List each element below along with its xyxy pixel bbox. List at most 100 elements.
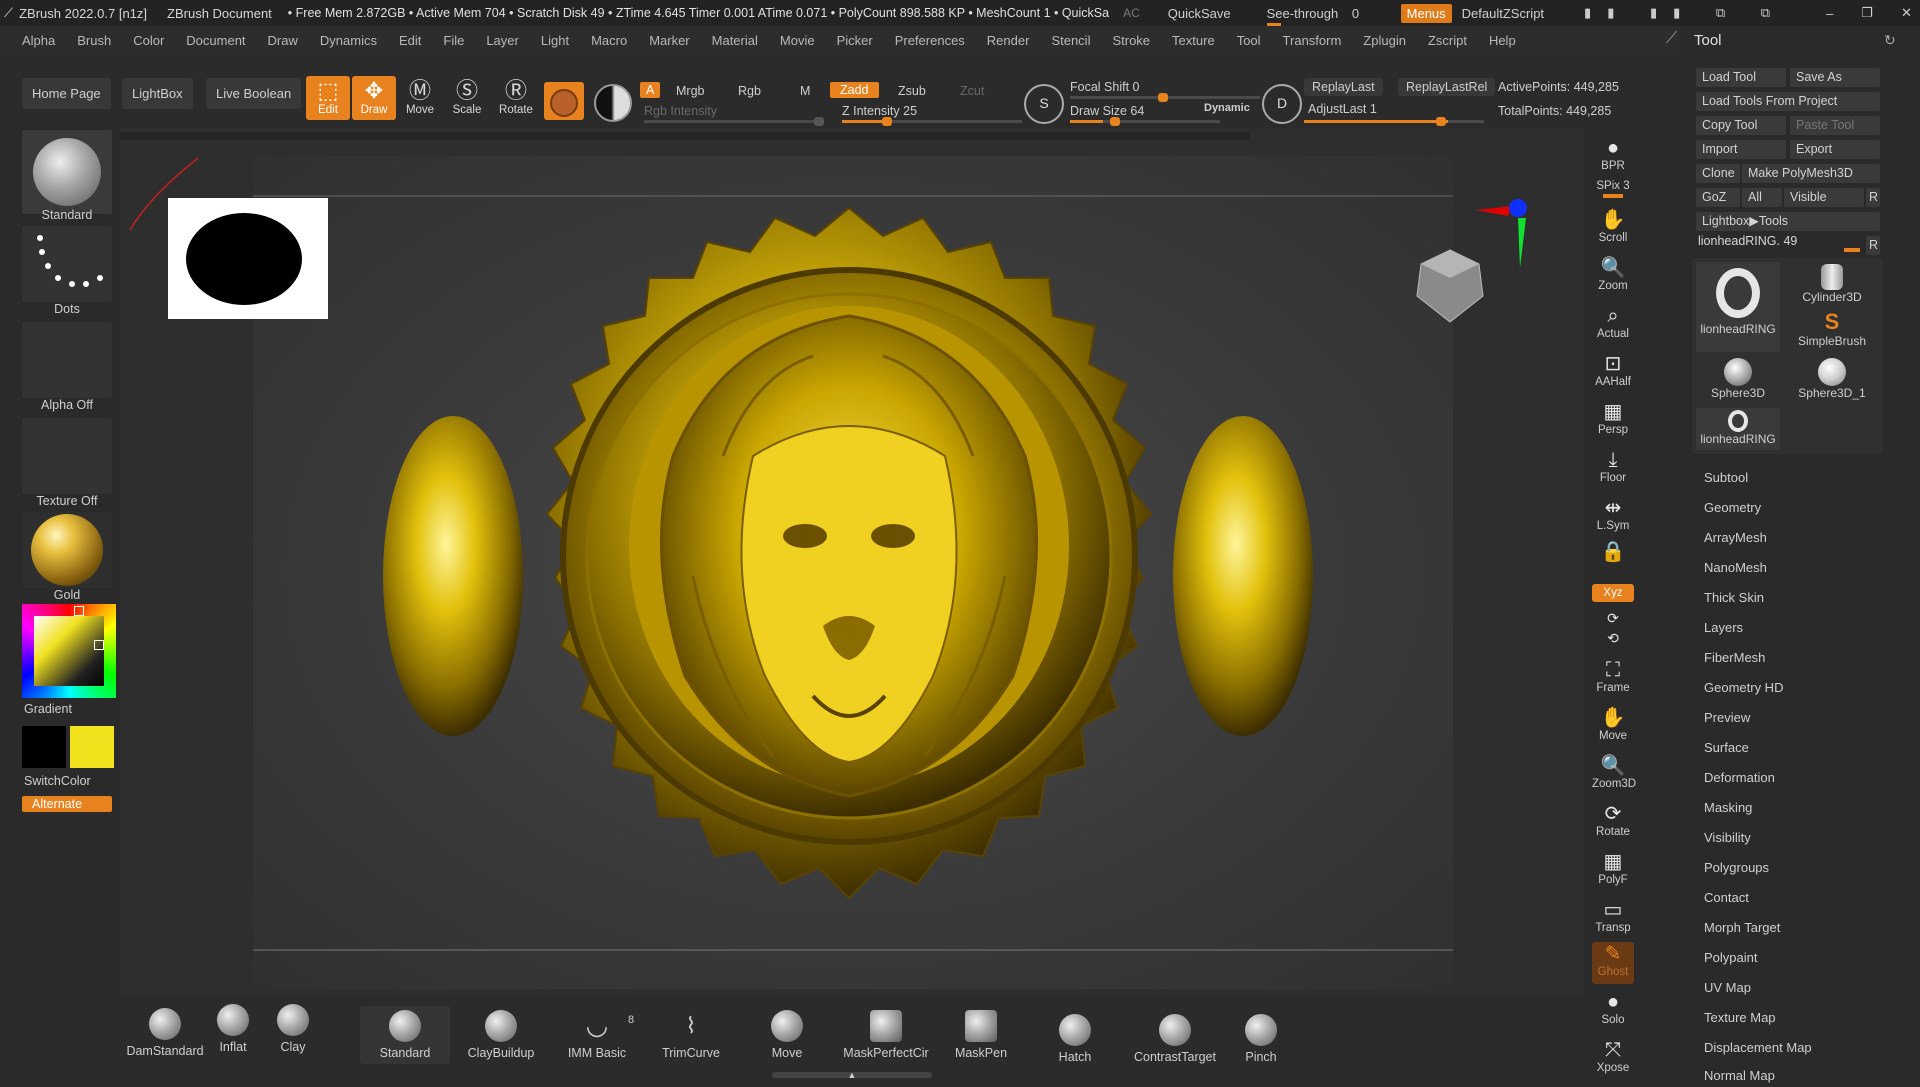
zadd-button[interactable]: Zadd	[830, 82, 879, 98]
normal-map-section[interactable]: Normal Map	[1704, 1068, 1775, 1083]
current-tool-slider[interactable]: lionheadRING. 49	[1698, 234, 1797, 248]
deformation-section[interactable]: Deformation	[1704, 770, 1775, 785]
layout-icons[interactable]: ▮▮ ▮▮ ⧉ ⧉	[1584, 5, 1786, 21]
replay-last-rel-button[interactable]: ReplayLastRel	[1398, 78, 1496, 96]
tool-thumb-lionheadring[interactable]: lionheadRING	[1696, 262, 1780, 352]
menu-marker[interactable]: Marker	[649, 33, 689, 48]
polyf-button[interactable]: ▦ PolyF	[1592, 850, 1634, 886]
save-as-button[interactable]: Save As	[1790, 68, 1880, 87]
make-polymesh3d-button[interactable]: Make PolyMesh3D	[1742, 164, 1880, 183]
paste-tool-button[interactable]: Paste Tool	[1790, 116, 1880, 135]
frame-button[interactable]: ⛶ Frame	[1592, 658, 1634, 694]
menu-picker[interactable]: Picker	[837, 33, 873, 48]
lightbox-button[interactable]: LightBox	[122, 78, 193, 109]
lazy-mouse-s-icon[interactable]: S	[1024, 84, 1064, 124]
current-tool-r-button[interactable]: R	[1866, 236, 1880, 255]
draw-size-slider[interactable]: Draw Size 64	[1070, 104, 1144, 118]
color-picker[interactable]	[22, 604, 116, 698]
arraymesh-section[interactable]: ArrayMesh	[1704, 530, 1767, 545]
displacement-map-section[interactable]: Displacement Map	[1704, 1040, 1812, 1055]
thick-skin-section[interactable]: Thick Skin	[1704, 590, 1764, 605]
preview-section[interactable]: Preview	[1704, 710, 1750, 725]
draw-mode-button[interactable]: ✥ Draw	[352, 76, 396, 120]
a-toggle-button[interactable]: A	[640, 82, 661, 98]
quicksave-button[interactable]: QuickSave	[1168, 6, 1231, 21]
rotate-view-button[interactable]: ⟳ Rotate	[1592, 802, 1634, 838]
brush-maskperfectcircle[interactable]: MaskPerfectCir	[836, 1010, 936, 1060]
tool-palette-pin-icon[interactable]: ⟋	[1666, 30, 1677, 48]
masking-section[interactable]: Masking	[1704, 800, 1752, 815]
brush-standard[interactable]: Standard	[360, 1006, 450, 1064]
menu-dynamics[interactable]: Dynamics	[320, 33, 377, 48]
focal-shift-slider[interactable]: Focal Shift 0	[1070, 80, 1139, 94]
document-canvas[interactable]	[253, 156, 1453, 989]
load-tool-button[interactable]: Load Tool	[1696, 68, 1786, 87]
layers-section[interactable]: Layers	[1704, 620, 1743, 635]
aahalf-button[interactable]: ⊡ AAHalf	[1592, 352, 1634, 388]
brush-claybuildup[interactable]: ClayBuildup	[456, 1010, 546, 1060]
brush-damstandard[interactable]: DamStandard	[120, 1008, 210, 1058]
menu-edit[interactable]: Edit	[399, 33, 421, 48]
menu-material[interactable]: Material	[712, 33, 758, 48]
menu-movie[interactable]: Movie	[780, 33, 815, 48]
rgb-intensity-track[interactable]	[644, 117, 824, 126]
lazy-mouse-d-icon[interactable]: D	[1262, 84, 1302, 124]
nanomesh-section[interactable]: NanoMesh	[1704, 560, 1767, 575]
geometry-section[interactable]: Geometry	[1704, 500, 1761, 515]
texture-map-section[interactable]: Texture Map	[1704, 1010, 1776, 1025]
z-intensity-slider[interactable]: Z Intensity 25	[842, 104, 917, 118]
move-view-button[interactable]: ✋ Move	[1592, 706, 1634, 742]
alpha-thumbnail[interactable]	[22, 322, 112, 398]
transp-button[interactable]: ▭ Transp	[1592, 898, 1634, 934]
geometry-hd-section[interactable]: Geometry HD	[1704, 680, 1783, 695]
menu-alpha[interactable]: Alpha	[22, 33, 55, 48]
spix-slider[interactable]: SPix 3	[1592, 180, 1634, 198]
scale-mode-button[interactable]: Ⓢ Scale	[445, 76, 489, 120]
goz-all-button[interactable]: All	[1742, 188, 1782, 207]
surface-section[interactable]: Surface	[1704, 740, 1749, 755]
menu-brush[interactable]: Brush	[77, 33, 111, 48]
ghost-button[interactable]: ✎ Ghost	[1592, 942, 1634, 984]
adjust-last-slider[interactable]: AdjustLast 1	[1308, 102, 1377, 116]
zoom-button[interactable]: 🔍 Zoom	[1592, 256, 1634, 292]
floor-button[interactable]: ⤓ Floor	[1592, 448, 1634, 484]
lightbox-tools-button[interactable]: Lightbox▶Tools	[1696, 212, 1880, 231]
clone-button[interactable]: Clone	[1696, 164, 1740, 183]
material-thumbnail[interactable]	[22, 512, 112, 588]
zoom3d-button[interactable]: 🔍 Zoom3D	[1592, 754, 1636, 790]
menu-render[interactable]: Render	[987, 33, 1030, 48]
tool-thumb-sphere3d[interactable]: Sphere3D	[1696, 358, 1780, 402]
goz-button[interactable]: GoZ	[1696, 188, 1740, 207]
default-zscript-button[interactable]: DefaultZScript	[1462, 6, 1544, 21]
fibermesh-section[interactable]: FiberMesh	[1704, 650, 1765, 665]
m-button[interactable]: M	[800, 84, 810, 98]
menu-file[interactable]: File	[443, 33, 464, 48]
rgb-intensity-slider[interactable]: Rgb Intensity	[644, 104, 717, 118]
menu-transform[interactable]: Transform	[1283, 33, 1342, 48]
shelf-scroll-handle[interactable]: ▲	[772, 1070, 932, 1080]
xyz-rotate-button[interactable]: Xyz	[1592, 584, 1634, 602]
axis-gizmo-icon[interactable]	[1468, 196, 1538, 274]
tool-thumb-sphere3d-1[interactable]: Sphere3D_1	[1788, 358, 1876, 402]
bpr-button[interactable]: ● BPR	[1592, 136, 1634, 172]
draw-size-track[interactable]	[1070, 117, 1220, 126]
gradient-label[interactable]: Gradient	[24, 702, 72, 716]
persp-button[interactable]: ▦ Persp	[1592, 400, 1634, 436]
menu-macro[interactable]: Macro	[591, 33, 627, 48]
seethrough-slider[interactable]: See-through 0	[1266, 6, 1377, 26]
move-mode-button[interactable]: Ⓜ Move	[398, 76, 442, 120]
brush-hatch[interactable]: Hatch	[1030, 1014, 1120, 1064]
minimize-icon[interactable]: –	[1826, 6, 1833, 21]
morph-target-section[interactable]: Morph Target	[1704, 920, 1780, 935]
gradient-sphere-icon[interactable]	[594, 84, 632, 122]
menu-document[interactable]: Document	[186, 33, 245, 48]
edit-mode-button[interactable]: ⬚ Edit	[306, 76, 350, 120]
menus-toggle-button[interactable]: Menus	[1400, 3, 1452, 23]
zsub-button[interactable]: Zsub	[898, 84, 926, 98]
menu-stencil[interactable]: Stencil	[1051, 33, 1090, 48]
menu-help[interactable]: Help	[1489, 33, 1516, 48]
goz-r-button[interactable]: R	[1866, 188, 1880, 207]
menu-stroke[interactable]: Stroke	[1112, 33, 1150, 48]
menu-layer[interactable]: Layer	[486, 33, 519, 48]
scroll-button[interactable]: ✋ Scroll	[1592, 208, 1634, 244]
